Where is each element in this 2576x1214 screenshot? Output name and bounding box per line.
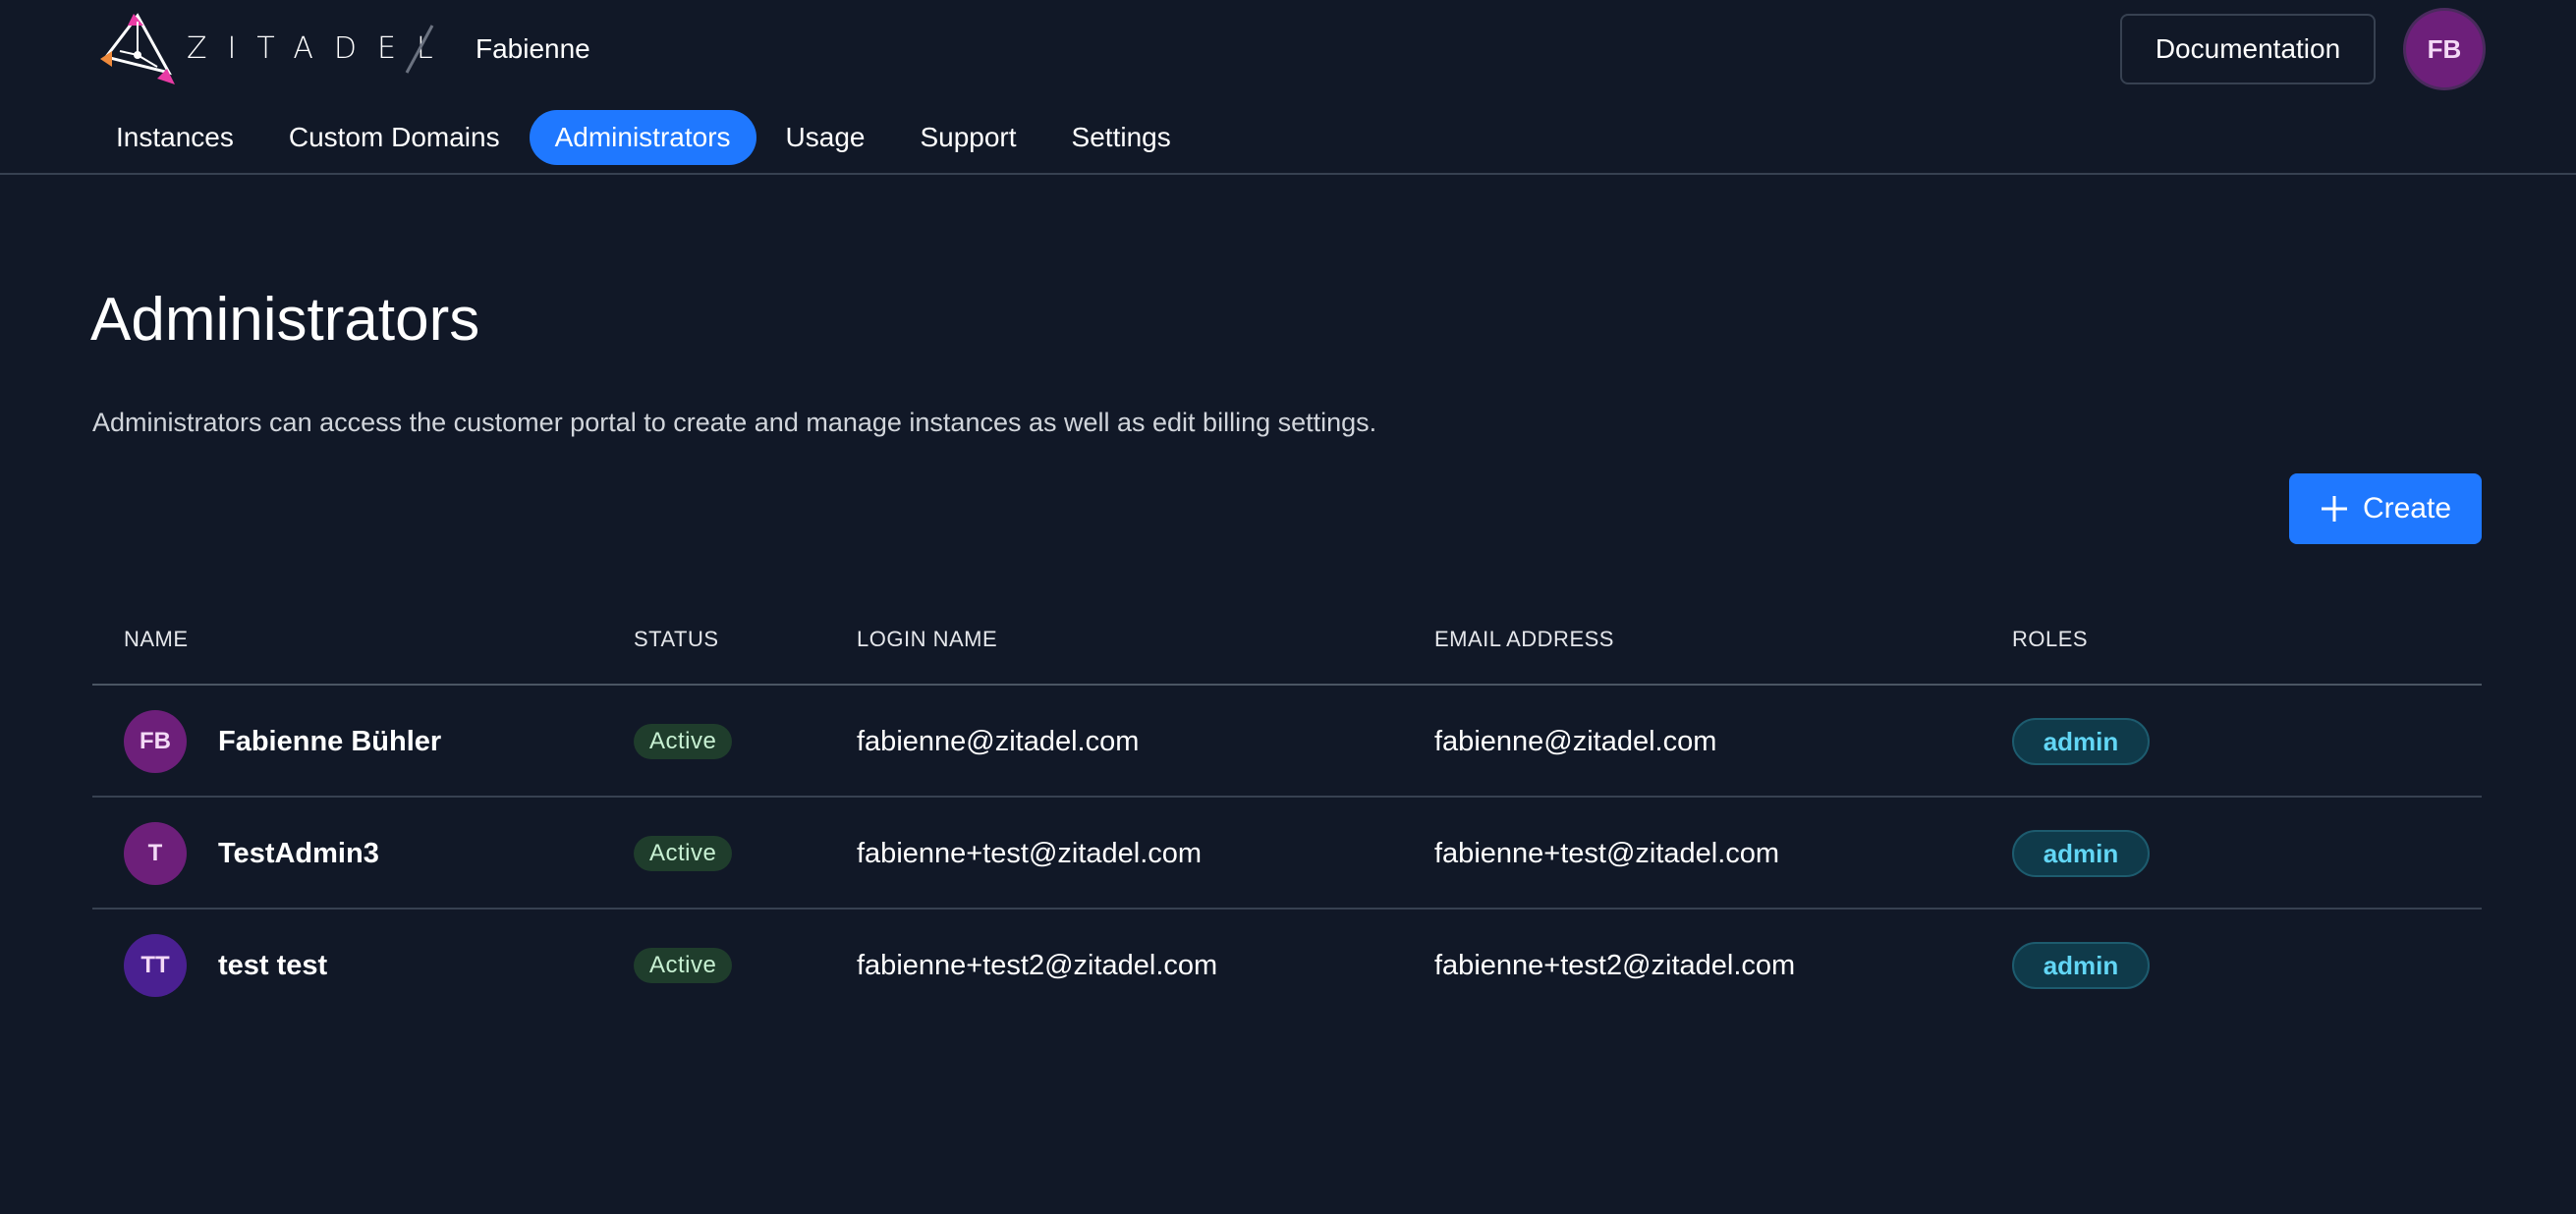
table-row[interactable]: FB Fabienne Bühler Active fabienne@zitad…	[92, 686, 2482, 798]
role-badge: admin	[2012, 830, 2150, 877]
name-cell: T TestAdmin3	[124, 798, 379, 910]
status-cell: Active	[634, 798, 733, 910]
role-badge: admin	[2012, 718, 2150, 765]
roles-cell: admin	[2012, 798, 2150, 910]
login-name: fabienne+test@zitadel.com	[857, 837, 1203, 869]
zitadel-logo-icon[interactable]	[98, 12, 177, 86]
status-badge: Active	[634, 836, 733, 871]
org-name[interactable]: Fabienne	[476, 29, 590, 69]
user-name[interactable]: Fabienne Bühler	[218, 726, 441, 758]
tab-settings[interactable]: Settings	[1046, 110, 1197, 165]
tab-support[interactable]: Support	[894, 110, 1041, 165]
create-button-label: Create	[2362, 492, 2452, 524]
plus-icon	[2321, 496, 2347, 522]
administrators-table: NAME STATUS LOGIN NAME EMAIL ADDRESS ROL…	[92, 603, 2482, 1021]
table-header: NAME STATUS LOGIN NAME EMAIL ADDRESS ROL…	[92, 603, 2482, 686]
name-cell: FB Fabienne Bühler	[124, 686, 441, 798]
column-header-status[interactable]: STATUS	[634, 627, 719, 652]
role-badge: admin	[2012, 942, 2150, 989]
name-cell: TT test test	[124, 910, 327, 1021]
column-header-email[interactable]: EMAIL ADDRESS	[1434, 627, 1614, 652]
avatar: TT	[124, 934, 187, 997]
documentation-button[interactable]: Documentation	[2120, 14, 2376, 84]
create-button[interactable]: Create	[2289, 473, 2482, 544]
page-title: Administrators	[90, 286, 480, 354]
status-cell: Active	[634, 910, 733, 1021]
breadcrumb-separator-icon	[405, 25, 434, 74]
status-badge: Active	[634, 724, 733, 759]
status-cell: Active	[634, 686, 733, 798]
avatar: T	[124, 822, 187, 885]
column-header-roles[interactable]: ROLES	[2012, 627, 2088, 652]
tab-administrators[interactable]: Administrators	[529, 110, 756, 165]
roles-cell: admin	[2012, 686, 2150, 798]
table-row[interactable]: TT test test Active fabienne+test2@zitad…	[92, 910, 2482, 1021]
email-address: fabienne+test2@zitadel.com	[1434, 949, 1796, 981]
user-name[interactable]: TestAdmin3	[218, 838, 379, 870]
roles-cell: admin	[2012, 910, 2150, 1021]
top-header: ZITADEL Fabienne Documentation FB Instan…	[0, 0, 2576, 175]
email-address: fabienne+test@zitadel.com	[1434, 837, 1780, 869]
login-name: fabienne@zitadel.com	[857, 725, 1140, 757]
tab-instances[interactable]: Instances	[90, 110, 259, 165]
column-header-login-name[interactable]: LOGIN NAME	[857, 627, 997, 652]
column-header-name[interactable]: NAME	[124, 627, 189, 652]
user-name[interactable]: test test	[218, 950, 327, 982]
avatar: FB	[124, 710, 187, 773]
email-address: fabienne@zitadel.com	[1434, 725, 1717, 757]
login-name: fabienne+test2@zitadel.com	[857, 949, 1218, 981]
tab-custom-domains[interactable]: Custom Domains	[263, 110, 526, 165]
table-row[interactable]: T TestAdmin3 Active fabienne+test@zitade…	[92, 798, 2482, 910]
tab-usage[interactable]: Usage	[760, 110, 891, 165]
main-nav: Instances Custom Domains Administrators …	[90, 110, 1197, 165]
user-avatar[interactable]: FB	[2403, 8, 2486, 90]
page-description: Administrators can access the customer p…	[92, 408, 1377, 437]
status-badge: Active	[634, 948, 733, 983]
